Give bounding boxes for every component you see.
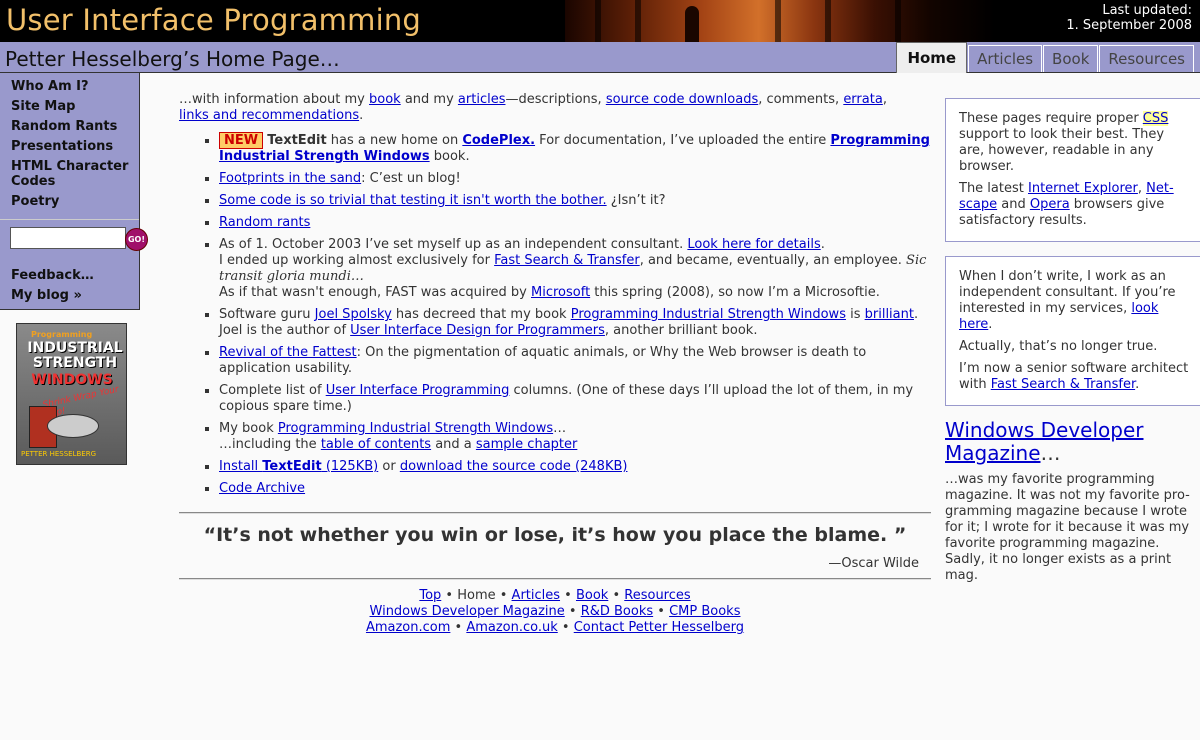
main-content: …with information about my book and my a…	[179, 92, 931, 503]
joel-link[interactable]: Joel Spolsky	[315, 307, 392, 322]
articles-link[interactable]: articles	[458, 92, 506, 107]
list-item: My book Programming Industrial Strength …	[219, 421, 931, 453]
nav-tabs: Home Articles Book Resources	[895, 29, 1194, 73]
footer-top-link[interactable]: Top	[419, 588, 441, 603]
footer-articles-link[interactable]: Articles	[512, 588, 560, 603]
cover-disk-graphic	[47, 414, 99, 438]
list-item: NEW TextEdit has a new home on CodePlex.…	[219, 132, 931, 165]
microsoft-link[interactable]: Microsoft	[531, 285, 590, 300]
sidebar-divider	[0, 219, 139, 220]
codeplex-link[interactable]: CodePlex.	[462, 133, 535, 148]
divider	[179, 578, 931, 580]
new-badge: NEW	[219, 132, 264, 149]
footer-rd-books-link[interactable]: R&D Books	[581, 604, 653, 619]
wdm-text: …was my favorite programming magazine. I…	[945, 472, 1190, 583]
quote-author: —Oscar Wilde	[828, 556, 919, 571]
sidebar-item-site-map[interactable]: Site Map	[11, 99, 139, 114]
cover-author: PETTER HESSELBERG	[21, 450, 96, 458]
fattest-link[interactable]: Revival of the Fattest	[219, 345, 357, 360]
list-item: Random rants	[219, 215, 931, 231]
list-item: Software guru Joel Spolsky has decreed t…	[219, 307, 931, 339]
page-title: Petter Hesselberg’s Home Page…	[5, 47, 340, 71]
toc-link[interactable]: table of contents	[321, 437, 431, 452]
list-item: Complete list of User Interface Programm…	[219, 383, 931, 415]
cover-line3: WINDOWS	[31, 372, 113, 388]
feedback-link[interactable]: Feedback…	[11, 268, 94, 283]
install-textedit-link[interactable]: Install TextEdit (125KB)	[219, 459, 378, 474]
fast-link-2[interactable]: Fast Search & Transfer	[991, 377, 1135, 392]
random-rants-link[interactable]: Random rants	[219, 215, 310, 230]
my-blog-link[interactable]: My blog »	[11, 288, 82, 303]
go-button[interactable]: GO!	[125, 228, 148, 251]
footer-home: Home	[457, 588, 496, 603]
brilliant-link[interactable]: brilliant	[865, 307, 914, 322]
list-item: Install TextEdit (125KB) or download the…	[219, 459, 931, 475]
search-input[interactable]	[10, 227, 126, 249]
updated-label: Last updated:	[1102, 3, 1192, 18]
tab-book[interactable]: Book	[1043, 45, 1099, 72]
downloads-link[interactable]: source code downloads	[606, 92, 758, 107]
columns-link[interactable]: User Interface Programming	[326, 383, 510, 398]
list-item: Revival of the Fattest: On the pigmentat…	[219, 345, 931, 377]
footer-wdm-link[interactable]: Windows Developer Magazine	[370, 604, 565, 619]
footer-amazon-com-link[interactable]: Amazon.com	[366, 620, 450, 635]
css-link[interactable]: CSS	[1142, 111, 1169, 126]
footer-amazon-uk-link[interactable]: Amazon.co.uk	[466, 620, 557, 635]
footer-book-link[interactable]: Book	[576, 588, 608, 603]
uid-link[interactable]: User Interface Design for Programmers	[350, 323, 605, 338]
details-link[interactable]: Look here for details	[687, 237, 820, 252]
quote: “It’s not whether you win or lose, it’s …	[203, 524, 907, 546]
sample-chapter-link[interactable]: sample chapter	[476, 437, 577, 452]
footer-resources-link[interactable]: Resources	[624, 588, 690, 603]
sidebar: Who Am I? Site Map Random Rants Presenta…	[0, 73, 148, 310]
cover-line2: INDUSTRIAL STRENGTH	[27, 340, 123, 371]
trivial-code-link[interactable]: Some code is so trivial that testing it …	[219, 193, 607, 208]
list-item: Footprints in the sand: C’est un blog!	[219, 171, 931, 187]
site-title: User Interface Programming	[6, 3, 422, 37]
consultant-note-box: When I don’t write, I work as an indepen…	[945, 256, 1200, 406]
book-link-2[interactable]: Programming Industrial Strength Windows	[571, 307, 846, 322]
news-list: NEW TextEdit has a new home on CodePlex.…	[179, 132, 931, 497]
wdm-heading: Windows Developer Magazine…	[945, 418, 1144, 465]
ie-link[interactable]: Internet Explorer	[1028, 181, 1138, 196]
sidebar-item-random-rants[interactable]: Random Rants	[11, 119, 139, 134]
footer-cmp-books-link[interactable]: CMP Books	[669, 604, 740, 619]
footer-links: Top • Home • Articles • Book • Resources…	[365, 588, 745, 635]
code-archive-link[interactable]: Code Archive	[219, 481, 305, 496]
links-link[interactable]: links and recommendations	[179, 108, 359, 123]
list-item: Some code is so trivial that testing it …	[219, 193, 931, 209]
sidebar-item-poetry[interactable]: Poetry	[11, 194, 139, 209]
sidebar-item-who-am-i[interactable]: Who Am I?	[11, 79, 139, 94]
tab-home[interactable]: Home	[896, 42, 968, 73]
intro-paragraph: …with information about my book and my a…	[179, 92, 887, 123]
footprints-link[interactable]: Footprints in the sand	[219, 171, 361, 186]
book-link-3[interactable]: Programming Industrial Strength Windows	[278, 421, 553, 436]
sidebar-menu: Who Am I? Site Map Random Rants Presenta…	[11, 79, 139, 209]
footer-contact-link[interactable]: Contact Petter Hesselberg	[574, 620, 744, 635]
divider	[179, 512, 931, 514]
sidebar-item-presentations[interactable]: Presentations	[11, 139, 139, 154]
browser-note-box: These pages require proper CSS support t…	[945, 98, 1200, 242]
cover-line1: Programming	[31, 330, 93, 339]
book-link[interactable]: book	[369, 92, 401, 107]
title-bar: Petter Hesselberg’s Home Page… Home Arti…	[0, 42, 1200, 73]
sidebar-item-html-character-codes[interactable]: HTML Character Codes	[11, 159, 139, 189]
tab-resources[interactable]: Resources	[1099, 45, 1194, 72]
tab-articles[interactable]: Articles	[968, 45, 1043, 72]
download-source-link[interactable]: download the source code (248KB)	[400, 459, 628, 474]
errata-link[interactable]: errata	[843, 92, 883, 107]
fast-link[interactable]: Fast Search & Transfer	[494, 253, 640, 268]
book-cover-image[interactable]: Programming INDUSTRIAL STRENGTH WINDOWS …	[16, 323, 127, 465]
opera-link[interactable]: Opera	[1030, 197, 1070, 212]
list-item: Code Archive	[219, 481, 931, 497]
list-item: As of 1. October 2003 I’ve set myself up…	[219, 237, 931, 301]
